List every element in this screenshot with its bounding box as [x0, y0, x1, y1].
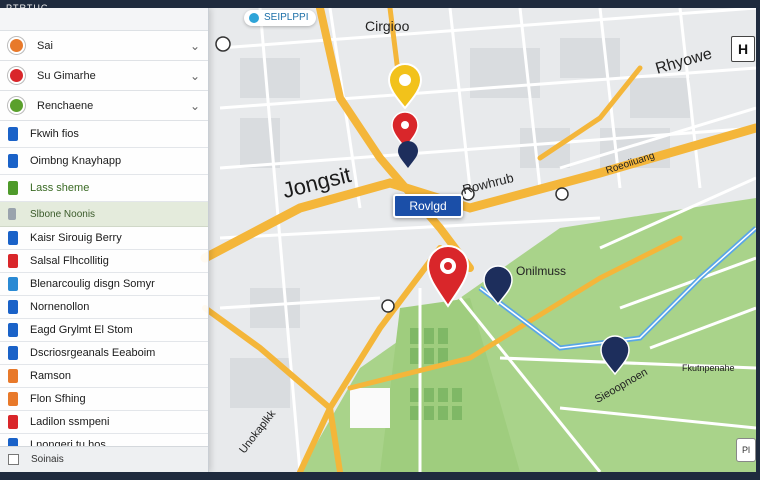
label-north: Cirgioo [365, 18, 410, 34]
accordion-label: Su Gimarhe [37, 69, 96, 82]
list-item[interactable]: Kaisr Sirouig Berry [0, 227, 208, 250]
list-item-label: Flon Sfhing [30, 393, 86, 405]
accordion-label: Renchaene [37, 99, 94, 112]
list-item[interactable]: Lass sheme [0, 175, 208, 202]
checkbox[interactable] [8, 454, 19, 465]
list-item-label: Ramson [30, 370, 71, 382]
list-item-label: Fkwih fios [30, 128, 79, 140]
chevron-down-icon[interactable]: ⌄ [190, 99, 200, 113]
list-item[interactable]: Nornenollon [0, 296, 208, 319]
blue-tag-icon [8, 277, 18, 291]
accordion-renchaene[interactable]: Renchaene ⌄ [0, 91, 208, 121]
label-east: Onilmuss [516, 264, 567, 278]
list-item[interactable]: Ramson [0, 365, 208, 388]
orange-tag-icon [8, 392, 18, 406]
list-item-label: Blenarcoulig disgn Somyr [30, 278, 155, 290]
list-item[interactable]: Fkwih fios [0, 121, 208, 148]
list-item-label: Dscriosrgeanals Eeaboim [30, 347, 156, 359]
list-item[interactable]: Blenarcoulig disgn Somyr [0, 273, 208, 296]
blue-tag-icon [8, 300, 18, 314]
map-corner-button[interactable]: H [731, 36, 755, 62]
list-item[interactable]: Ladilon ssmpeni [0, 411, 208, 434]
sidebar: Sai ⌄ Su Gimarhe ⌄ Renchaene ⌄ Fkwih fio… [0, 8, 209, 472]
list-item-label: Kaisr Sirouig Berry [30, 232, 122, 244]
sidebar-header [0, 8, 208, 31]
footer-label: Soinais [31, 454, 64, 465]
accordion-su-gimarhe[interactable]: Su Gimarhe ⌄ [0, 61, 208, 91]
list-item[interactable]: Eagd Grylmt El Stom [0, 319, 208, 342]
list-item[interactable]: Dscriosrgeanals Eeaboim [0, 342, 208, 365]
map-scale-button[interactable]: Pl [736, 438, 756, 462]
blue-tag-icon [8, 127, 18, 141]
list-item-label: Salsal Flhcollitig [30, 255, 109, 267]
list-item[interactable]: Oimbng Knayhapp [0, 148, 208, 175]
chevron-down-icon[interactable]: ⌄ [190, 69, 200, 83]
blue-tag-icon [8, 323, 18, 337]
list-item-label: Eagd Grylmt El Stom [30, 324, 133, 336]
label-park: Fkutnpenahe [682, 363, 735, 373]
chevron-down-icon[interactable]: ⌄ [190, 39, 200, 53]
green-tag-icon [8, 181, 18, 195]
map-legend-chip[interactable]: SEIPLPPI [244, 10, 317, 26]
blue-tag-icon [8, 231, 18, 245]
red-tag-icon [8, 254, 18, 268]
route-label[interactable]: Rovlgd [393, 194, 463, 218]
list-item-label: Oimbng Knayhapp [30, 155, 122, 167]
orange-tag-icon [8, 369, 18, 383]
list-item[interactable]: Salsal Flhcollitig [0, 250, 208, 273]
orange-dot-icon [8, 37, 25, 54]
red-dot-icon [8, 67, 25, 84]
section-header-label: Slbone Noonis [30, 208, 96, 220]
green-dot-icon [8, 97, 25, 114]
list-item[interactable]: Flon Sfhing [0, 388, 208, 411]
sidebar-footer[interactable]: Soinais [0, 446, 208, 472]
list-item-label: Ladilon ssmpeni [30, 416, 110, 428]
blue-tag-icon [8, 154, 18, 168]
list-item-label: Nornenollon [30, 301, 90, 313]
accordion-label: Sai [37, 39, 53, 52]
app-window: SEIPLPPI Cirgioo Jongsit Rowhrub Onilmus… [0, 8, 756, 472]
gray-tag-icon [8, 208, 16, 220]
section-header[interactable]: Slbone Noonis [0, 202, 208, 227]
accordion-sai[interactable]: Sai ⌄ [0, 31, 208, 61]
red-tag-icon [8, 415, 18, 429]
blue-tag-icon [8, 346, 18, 360]
list-item-label: Lass sheme [30, 182, 90, 194]
